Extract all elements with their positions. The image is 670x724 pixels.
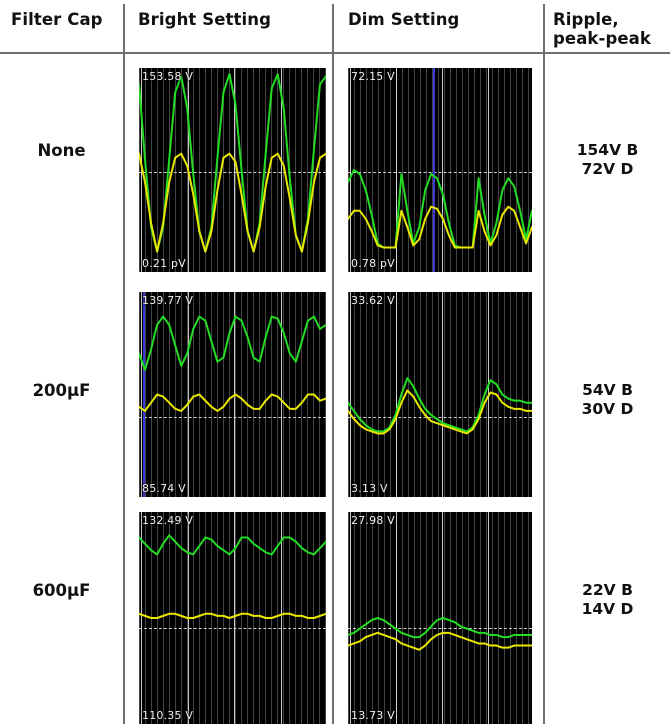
scope-none-bright: 153.58 V 0.21 pV bbox=[139, 68, 326, 272]
header-divider bbox=[0, 52, 670, 54]
ripple-value-600uf: 22V B 14V D bbox=[581, 581, 634, 618]
scope-top-readout: 27.98 V bbox=[351, 514, 395, 527]
ripple-value-200uf: 54V B 30V D bbox=[581, 381, 634, 418]
column-header-filter-cap: Filter Cap bbox=[11, 10, 103, 29]
comparison-table: Filter Cap Bright Setting Dim Setting Ri… bbox=[0, 0, 670, 724]
scope-waveforms bbox=[139, 315, 326, 412]
scope-bottom-readout: 0.78 pV bbox=[351, 257, 395, 270]
ripple-value-none: 154V B 72V D bbox=[576, 141, 639, 178]
trace-yellow bbox=[139, 612, 326, 619]
scope-bottom-readout: 3.13 V bbox=[351, 482, 388, 495]
scope-bottom-readout: 110.35 V bbox=[142, 709, 194, 722]
scope-waveforms bbox=[348, 617, 532, 651]
trace-yellow bbox=[139, 152, 326, 253]
trace-yellow bbox=[348, 205, 532, 249]
scope-600uf-dim: 27.98 V 13.73 V bbox=[348, 512, 532, 724]
scope-top-readout: 132.49 V bbox=[142, 514, 194, 527]
column-divider-1 bbox=[123, 4, 125, 724]
trace-green bbox=[348, 169, 532, 249]
trace-green bbox=[139, 315, 326, 371]
scope-bottom-readout: 85.74 V bbox=[142, 482, 186, 495]
scope-top-readout: 139.77 V bbox=[142, 294, 194, 307]
trace-yellow bbox=[348, 631, 532, 651]
row-label-200uf: 200µF bbox=[32, 381, 91, 400]
scope-top-readout: 33.62 V bbox=[351, 294, 395, 307]
trace-yellow bbox=[139, 393, 326, 412]
scope-200uf-dim: 33.62 V 3.13 V bbox=[348, 292, 532, 497]
scope-top-readout: 153.58 V bbox=[142, 70, 194, 83]
column-header-ripple: Ripple, peak-peak bbox=[553, 10, 651, 48]
scope-bottom-readout: 13.73 V bbox=[351, 709, 395, 722]
scope-top-readout: 72.15 V bbox=[351, 70, 395, 83]
scope-waveforms bbox=[348, 377, 532, 435]
column-header-bright: Bright Setting bbox=[138, 10, 272, 29]
trace-green bbox=[139, 73, 326, 253]
column-divider-2 bbox=[332, 4, 334, 724]
row-label-none: None bbox=[37, 141, 86, 160]
scope-waveforms bbox=[139, 73, 326, 253]
column-header-dim: Dim Setting bbox=[348, 10, 460, 29]
scope-waveforms bbox=[139, 534, 326, 619]
scope-bottom-readout: 0.21 pV bbox=[142, 257, 186, 270]
scope-200uf-bright: 139.77 V 85.74 V bbox=[139, 292, 326, 497]
trace-green bbox=[139, 534, 326, 556]
scope-none-dim: 72.15 V 0.78 pV bbox=[348, 68, 532, 272]
scope-waveforms bbox=[348, 169, 532, 249]
row-label-600uf: 600µF bbox=[32, 581, 91, 600]
scope-600uf-bright: 132.49 V 110.35 V bbox=[139, 512, 326, 724]
